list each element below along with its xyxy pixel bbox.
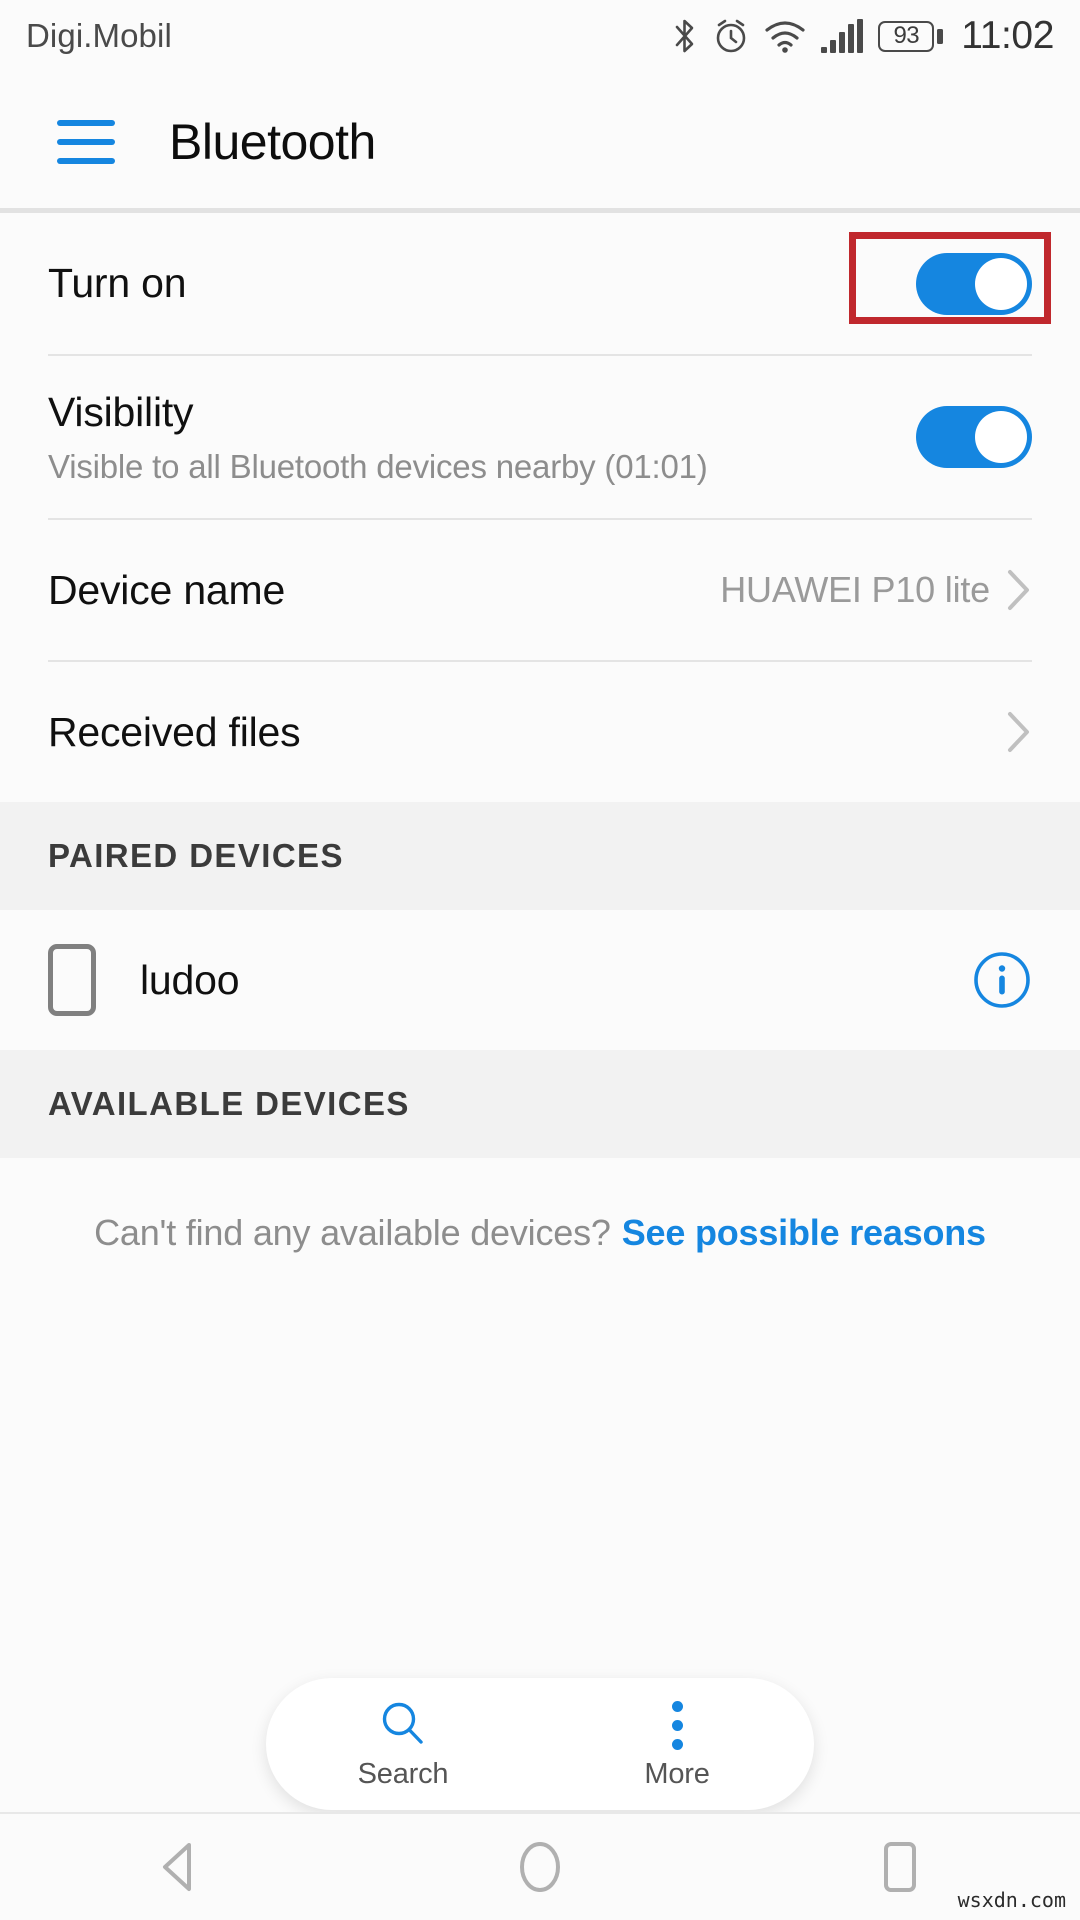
phone-icon xyxy=(48,944,96,1016)
info-circle-icon[interactable] xyxy=(972,950,1032,1010)
battery-icon: 93 xyxy=(878,20,944,52)
watermark: wsxdn.com xyxy=(957,1888,1066,1912)
recents-square-icon xyxy=(884,1842,916,1892)
more-label: More xyxy=(644,1758,710,1790)
visibility-sublabel: Visible to all Bluetooth devices nearby … xyxy=(48,447,708,485)
home-circle-icon xyxy=(520,1842,560,1892)
row-device-name[interactable]: Device name HUAWEI P10 lite xyxy=(0,520,1080,660)
device-name-value: HUAWEI P10 lite xyxy=(720,569,990,610)
battery-percent: 93 xyxy=(893,22,920,49)
received-files-label: Received files xyxy=(48,708,301,755)
section-header-available: AVAILABLE DEVICES xyxy=(0,1050,1080,1158)
recents-button[interactable] xyxy=(720,1840,1080,1894)
status-bar: Digi.Mobil 93 11:02 xyxy=(0,0,1080,72)
chevron-right-icon xyxy=(1008,570,1029,610)
search-button[interactable]: Search xyxy=(266,1698,540,1791)
nav-bar xyxy=(0,1814,1080,1920)
section-header-paired: PAIRED DEVICES xyxy=(0,802,1080,910)
toggle-knob xyxy=(975,257,1027,310)
back-button[interactable] xyxy=(0,1841,360,1893)
wifi-icon xyxy=(765,21,805,53)
signal-icon xyxy=(821,19,864,53)
bottom-toolbar-wrap: Search More xyxy=(0,1678,1080,1810)
device-name-label: Device name xyxy=(48,566,286,613)
turn-on-toggle[interactable] xyxy=(916,252,1032,315)
toggle-knob xyxy=(975,411,1027,463)
home-button[interactable] xyxy=(360,1839,720,1895)
chevron-right-icon xyxy=(1008,712,1029,752)
search-label: Search xyxy=(357,1757,449,1790)
search-icon xyxy=(382,1702,423,1744)
carrier-label: Digi.Mobil xyxy=(26,17,172,54)
visibility-label: Visibility xyxy=(48,388,194,435)
bottom-toolbar: Search More xyxy=(266,1678,814,1810)
more-button[interactable]: More xyxy=(540,1697,814,1791)
row-turn-on[interactable]: Turn on xyxy=(0,213,1080,354)
turn-on-label: Turn on xyxy=(48,260,187,306)
back-triangle-icon xyxy=(163,1843,191,1891)
no-devices-text: Can't find any available devices? xyxy=(94,1212,611,1253)
app-bar: Bluetooth xyxy=(0,72,1080,211)
battery-tip xyxy=(937,28,944,44)
see-possible-reasons-link[interactable]: See possible reasons xyxy=(622,1212,986,1254)
visibility-toggle[interactable] xyxy=(916,406,1032,468)
hamburger-menu-icon[interactable] xyxy=(57,119,115,164)
page-title: Bluetooth xyxy=(169,113,376,170)
alarm-icon xyxy=(716,19,746,53)
row-visibility[interactable]: Visibility Visible to all Bluetooth devi… xyxy=(0,356,1080,518)
clock-label: 11:02 xyxy=(961,14,1054,57)
phone-screen: Digi.Mobil 93 11:02 Bluetooth Turn on Vi… xyxy=(0,0,1080,1920)
status-icons: 93 11:02 xyxy=(672,14,1054,58)
more-vertical-icon xyxy=(671,1697,683,1750)
bluetooth-icon xyxy=(675,19,694,53)
paired-device-row[interactable]: ludoo xyxy=(0,910,1080,1050)
no-devices-hint: Can't find any available devices? See po… xyxy=(0,1158,1080,1308)
paired-device-name: ludoo xyxy=(140,956,240,1003)
settings-list: Turn on Visibility Visible to all Blueto… xyxy=(0,213,1080,1308)
row-received-files[interactable]: Received files xyxy=(0,662,1080,802)
